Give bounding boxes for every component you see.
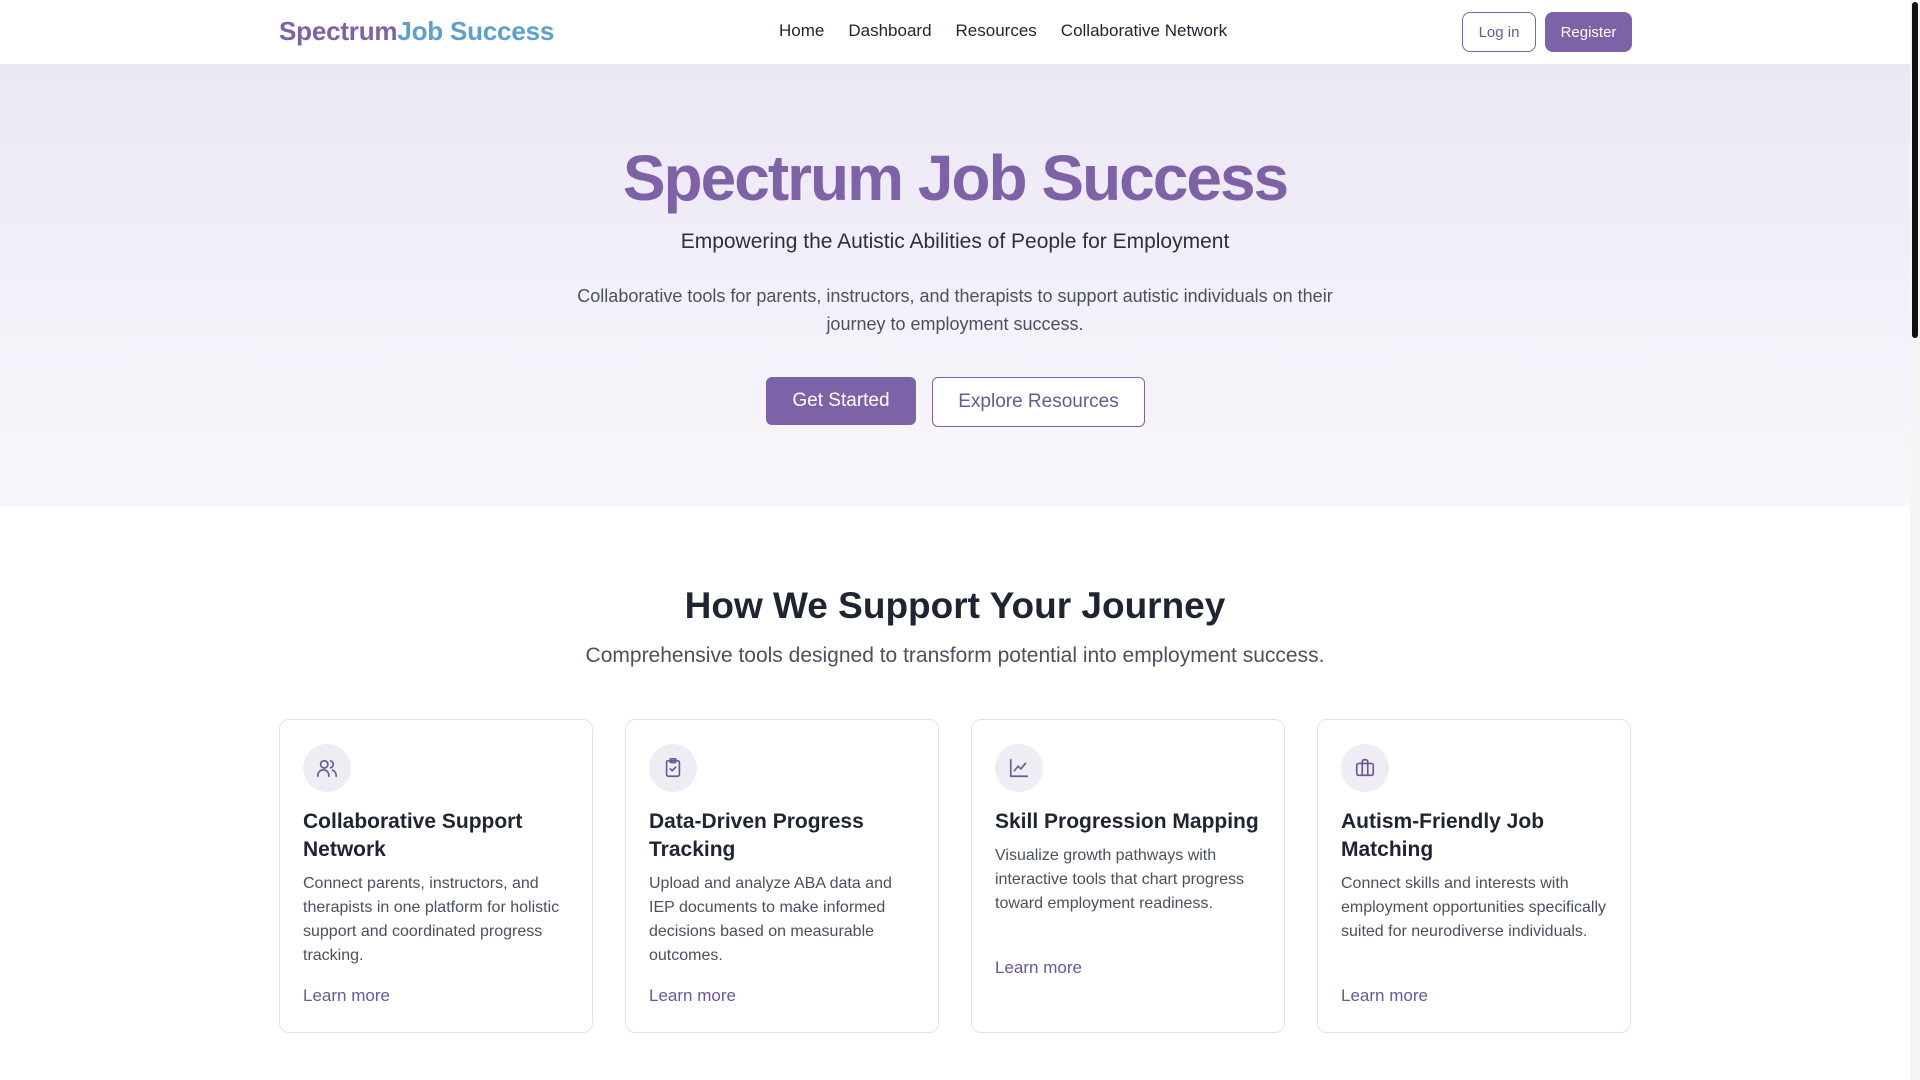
feature-card-job-matching: Autism-Friendly Job Matching Connect ski…: [1317, 719, 1631, 1033]
explore-resources-button[interactable]: Explore Resources: [932, 377, 1145, 427]
hero-title: Spectrum Job Success: [622, 142, 1289, 214]
learn-more-link[interactable]: Learn more: [1341, 986, 1428, 1006]
feature-card-skill-mapping: Skill Progression Mapping Visualize grow…: [971, 719, 1285, 1033]
nav-resources[interactable]: Resources: [956, 21, 1037, 41]
hero-section: Spectrum Job Success Empowering the Auti…: [0, 65, 1910, 507]
learn-more-link[interactable]: Learn more: [303, 986, 390, 1006]
feature-card-description: Connect parents, instructors, and therap…: [303, 875, 560, 964]
register-button[interactable]: Register: [1545, 12, 1632, 52]
feature-card-progress-tracking: Data-Driven Progress Tracking Upload and…: [625, 719, 939, 1033]
learn-more-link[interactable]: Learn more: [649, 986, 736, 1006]
clipboard-check-icon: [649, 744, 697, 792]
nav-dashboard[interactable]: Dashboard: [848, 21, 931, 41]
nav-home[interactable]: Home: [779, 21, 824, 41]
login-button[interactable]: Log in: [1462, 12, 1536, 52]
logo-text-job-success: Job Success: [397, 16, 555, 46]
hero-subtitle: Empowering the Autistic Abilities of Peo…: [680, 230, 1230, 253]
feature-card-description: Visualize growth pathways with interacti…: [995, 847, 1245, 912]
line-chart-icon: [995, 744, 1043, 792]
feature-card-title: Data-Driven Progress Tracking: [649, 810, 864, 861]
briefcase-icon: [1341, 744, 1389, 792]
hero-description: Collaborative tools for parents, instruc…: [577, 286, 1333, 334]
feature-card-title: Collaborative Support Network: [303, 810, 523, 861]
logo-text-spectrum: Spectrum: [279, 16, 398, 46]
feature-card-collaborative-support: Collaborative Support Network Connect pa…: [279, 719, 593, 1033]
site-logo[interactable]: SpectrumJob Success: [279, 16, 554, 47]
learn-more-link[interactable]: Learn more: [995, 958, 1082, 978]
features-subtitle: Comprehensive tools designed to transfor…: [585, 644, 1325, 667]
users-icon: [303, 744, 351, 792]
get-started-button[interactable]: Get Started: [766, 377, 916, 425]
feature-card-title: Autism-Friendly Job Matching: [1341, 810, 1545, 861]
main-nav: Home Dashboard Resources Collaborative N…: [779, 21, 1227, 41]
features-title: How We Support Your Journey: [684, 585, 1226, 626]
nav-collaborative-network[interactable]: Collaborative Network: [1061, 21, 1227, 41]
feature-card-description: Connect skills and interests with employ…: [1341, 875, 1607, 940]
site-header: SpectrumJob Success Home Dashboard Resou…: [0, 0, 1910, 65]
feature-card-description: Upload and analyze ABA data and IEP docu…: [649, 875, 892, 964]
page-scrollbar-thumb[interactable]: [1912, 2, 1918, 338]
feature-card-title: Skill Progression Mapping: [995, 810, 1259, 833]
